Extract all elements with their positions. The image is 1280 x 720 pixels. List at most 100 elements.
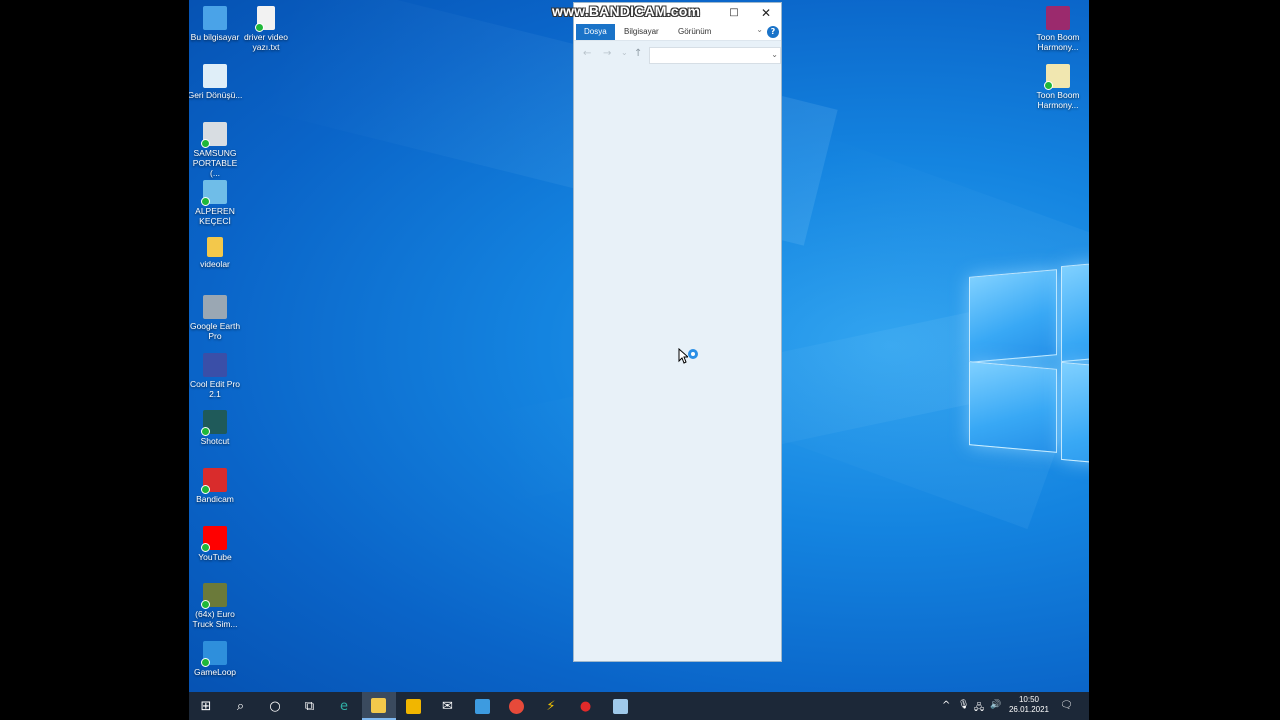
- recent-locations-button[interactable]: ⌄: [621, 48, 628, 57]
- desktop-icon-label: YouTube: [198, 552, 232, 562]
- forward-button[interactable]: →: [603, 48, 611, 59]
- desktop-icon[interactable]: ALPEREN KEÇECİ: [189, 180, 243, 226]
- taskbar-button[interactable]: [603, 692, 637, 720]
- desktop-icon[interactable]: SAMSUNG PORTABLE (...: [189, 122, 243, 178]
- volume-icon[interactable]: 🔊: [990, 700, 1001, 710]
- google-earth-icon: [203, 295, 227, 319]
- euro-truck-icon: [201, 583, 227, 609]
- tab-gorunum[interactable]: Görünüm: [670, 24, 719, 40]
- desktop-icon-label: Geri Dönüşü...: [189, 90, 243, 100]
- taskbar-button[interactable]: ⧉: [293, 692, 327, 720]
- logo-pane: [1061, 255, 1089, 363]
- close-button[interactable]: ✕: [758, 5, 774, 21]
- desktop-icon[interactable]: Cool Edit Pro 2.1: [189, 353, 243, 399]
- taskbar-button[interactable]: ✉: [431, 692, 465, 720]
- microphone-icon[interactable]: 🎙: [958, 700, 969, 710]
- desktop-icon[interactable]: Toon Boom Harmony...: [1030, 6, 1086, 52]
- back-button[interactable]: ←: [583, 48, 591, 59]
- taskbar: ⊞ ⌕ ○ ⧉ e ✉ ⚡ ● ^ 🎙 🖧 🔊 10:50 26.01.2021 🗨: [189, 692, 1089, 720]
- folder-icon: [207, 237, 223, 257]
- clock-time: 10:50: [1018, 695, 1040, 704]
- up-button[interactable]: ↑: [634, 48, 642, 59]
- network-icon[interactable]: 🖧: [974, 700, 984, 716]
- logo-pane: [969, 269, 1057, 363]
- windows-logo: [969, 253, 1089, 471]
- ribbon-expand-chevron-icon[interactable]: ⌄: [756, 25, 763, 34]
- desktop-icon-label: Shotcut: [200, 436, 230, 446]
- address-bar[interactable]: ⌄: [649, 47, 781, 64]
- desktop-icon-label: SAMSUNG PORTABLE (...: [192, 148, 238, 178]
- taskbar-button[interactable]: [396, 692, 430, 720]
- notes-icon: [612, 698, 628, 714]
- sync-check-icon: [201, 543, 210, 552]
- logo-pane: [969, 361, 1057, 453]
- drive-icon: [201, 122, 227, 148]
- taskbar-button[interactable]: ⊞: [189, 692, 223, 720]
- sync-check-icon: [201, 427, 210, 436]
- task-view-icon: ⧉: [304, 698, 315, 714]
- toon-boom-file-icon: [1044, 64, 1070, 90]
- tab-dosya[interactable]: Dosya: [576, 24, 615, 40]
- system-clock[interactable]: 10:50 26.01.2021: [1007, 695, 1051, 715]
- search-icon: ⌕: [236, 698, 245, 714]
- desktop-icon-label: videolar: [200, 259, 230, 269]
- desktop-icon[interactable]: Toon Boom Harmony...: [1030, 64, 1086, 110]
- desktop-icon[interactable]: Bu bilgisayar: [189, 6, 243, 42]
- cortana-icon: ○: [269, 698, 281, 714]
- desktop-icon-label: Cool Edit Pro 2.1: [189, 379, 241, 399]
- sync-check-icon: [201, 658, 210, 667]
- maximize-button[interactable]: □: [726, 5, 742, 21]
- store-icon: [405, 698, 421, 714]
- taskbar-button[interactable]: ⚡: [534, 692, 568, 720]
- desktop-icon[interactable]: videolar: [189, 237, 243, 269]
- youtube-icon: [201, 526, 227, 552]
- sync-check-icon: [201, 485, 210, 494]
- desktop-icon-text-file[interactable]: driver video yazı.txt: [238, 6, 294, 52]
- cool-edit-icon: [203, 353, 227, 377]
- sync-check-icon: [1044, 81, 1053, 90]
- busy-indicator-icon: [688, 349, 698, 359]
- file-explorer-icon: [371, 697, 386, 713]
- taskbar-button[interactable]: [465, 692, 499, 720]
- desktop-icon[interactable]: (64x) Euro Truck Sim...: [189, 583, 243, 629]
- network-computer-icon: [201, 180, 227, 206]
- taskbar-button[interactable]: ⌕: [224, 692, 258, 720]
- desktop-icon[interactable]: Geri Dönüşü...: [189, 64, 243, 100]
- desktop-icon-label: Google Earth Pro: [189, 321, 241, 341]
- sync-check-icon: [201, 139, 210, 148]
- desktop-icon[interactable]: GameLoop: [189, 641, 243, 677]
- tab-bilgisayar[interactable]: Bilgisayar: [616, 24, 667, 40]
- taskbar-button[interactable]: ○: [258, 692, 292, 720]
- winrar-icon: ⚡: [546, 698, 556, 714]
- sync-check-icon: [201, 197, 210, 206]
- desktop[interactable]: Bu bilgisayar Geri Dönüşü... SAMSUNG PORTA…: [189, 0, 1089, 720]
- desktop-icon[interactable]: Bandicam: [189, 468, 243, 504]
- file-explorer-window[interactable]: www.BANDICAM.com □ ✕ Dosya Bilgisayar Gö…: [552, 2, 782, 662]
- desktop-icon[interactable]: Google Earth Pro: [189, 295, 243, 341]
- desktop-icon-label: Bu bilgisayar: [190, 32, 240, 42]
- gameloop-icon: [201, 641, 227, 667]
- start-icon: ⊞: [200, 698, 212, 714]
- desktop-icon-label: Toon Boom Harmony...: [1036, 90, 1080, 110]
- bandicam-icon: [201, 468, 227, 494]
- notification-center-icon[interactable]: 🗨: [1060, 700, 1073, 711]
- navigation-bar: ← → ⌄ ↑ ⌄: [574, 41, 781, 69]
- title-bar[interactable]: www.BANDICAM.com □ ✕: [552, 3, 781, 23]
- logo-pane: [1061, 361, 1089, 471]
- help-button[interactable]: ?: [767, 26, 779, 38]
- taskbar-button[interactable]: ●: [569, 692, 603, 720]
- toon-boom-installer-icon: [1046, 6, 1070, 30]
- text-file-icon: [255, 6, 275, 32]
- mouse-cursor-icon: [678, 348, 688, 364]
- desktop-icon-label: Bandicam: [196, 494, 234, 504]
- taskbar-button[interactable]: [361, 692, 396, 720]
- desktop-icon[interactable]: YouTube: [189, 526, 243, 562]
- show-hidden-icons-chevron-icon[interactable]: ^: [942, 700, 950, 711]
- chevron-down-icon[interactable]: ⌄: [771, 50, 778, 59]
- taskbar-button[interactable]: [500, 692, 534, 720]
- content-area[interactable]: [574, 70, 781, 661]
- edge-icon: e: [340, 698, 348, 714]
- desktop-icon[interactable]: Shotcut: [189, 410, 243, 446]
- desktop-icon-label: driver video yazı.txt: [244, 32, 288, 52]
- taskbar-button[interactable]: e: [327, 692, 361, 720]
